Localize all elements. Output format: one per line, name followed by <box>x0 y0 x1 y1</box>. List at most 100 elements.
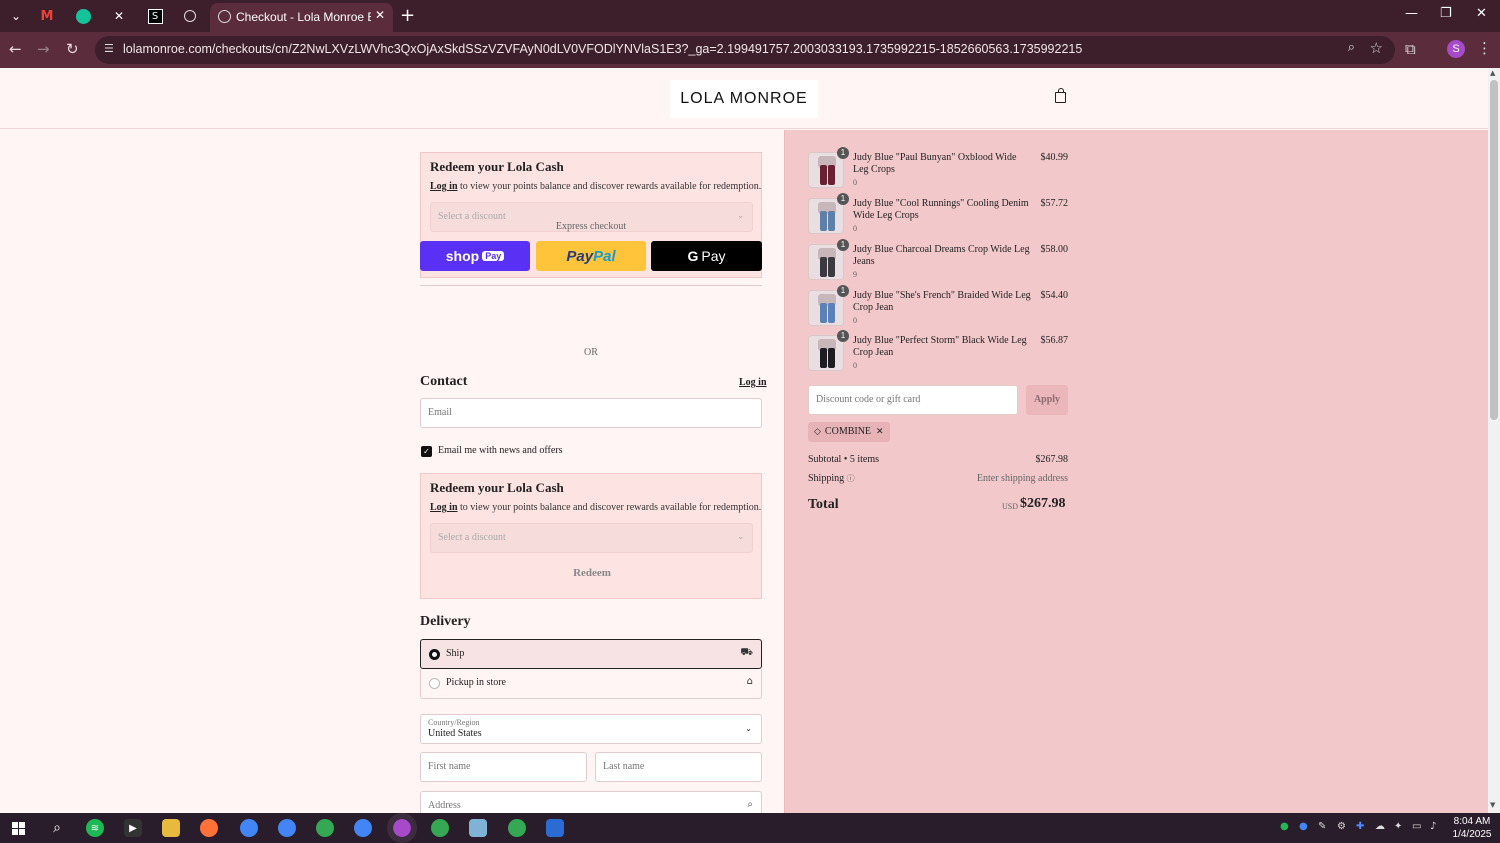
volume-tray-icon[interactable]: ♪ <box>1430 821 1436 832</box>
windows-start-icon[interactable] <box>9 819 27 837</box>
paypal-text-a: Pay <box>566 247 594 265</box>
notepad-icon[interactable] <box>469 819 487 837</box>
globe-tab-icon[interactable] <box>180 6 200 26</box>
ship-option[interactable]: Ship ⛟ <box>420 639 762 669</box>
pen-tray-icon[interactable]: ✎ <box>1318 821 1326 832</box>
thumb-leg <box>820 303 827 323</box>
bluetooth-tray-icon[interactable]: ✚ <box>1356 821 1364 832</box>
last-name-field[interactable]: Last name <box>595 752 762 782</box>
chevron-down-icon: ⌄ <box>737 211 744 220</box>
email-field[interactable]: Email <box>420 398 762 428</box>
shopping-bag-icon[interactable] <box>1055 88 1066 103</box>
last-name-placeholder: Last name <box>603 761 645 772</box>
back-icon[interactable]: ← <box>9 40 22 58</box>
close-tab-icon[interactable]: ✕ <box>375 8 385 22</box>
thumb-leg <box>828 348 835 368</box>
paypal-button[interactable]: Pay Pal <box>536 241 646 271</box>
scrollbar-thumb[interactable] <box>1490 80 1498 420</box>
close-window-icon[interactable]: ✕ <box>1476 6 1487 21</box>
pickup-radio[interactable] <box>429 678 440 689</box>
active-tab[interactable]: Checkout - Lola Monroe Boutique ✕ <box>210 3 393 32</box>
restore-icon[interactable]: ❐ <box>1440 6 1452 21</box>
discount-code-field[interactable]: Discount code or gift card <box>808 385 1018 415</box>
pickup-option[interactable]: Pickup in store ⌂ <box>420 669 762 699</box>
first-name-field[interactable]: First name <box>420 752 587 782</box>
scroll-up-icon[interactable]: ▲ <box>1490 69 1495 77</box>
chrome-icon[interactable] <box>240 819 258 837</box>
discount-select[interactable]: Select a discount ⌄ <box>430 523 753 553</box>
address-field[interactable]: Address ⌕ <box>420 791 762 813</box>
grammarly-tab-icon[interactable] <box>73 6 93 26</box>
lola-cash-description: Log in to view your points balance and d… <box>430 181 761 192</box>
extensions-icon[interactable]: ⧉ <box>1405 40 1416 58</box>
ship-radio[interactable] <box>429 649 440 660</box>
chrome-icon[interactable] <box>278 819 296 837</box>
dropbox-tray-icon[interactable]: ✦ <box>1394 821 1402 832</box>
spotify-tray-icon[interactable]: ● <box>1280 821 1289 832</box>
file-explorer-icon[interactable] <box>162 819 180 837</box>
chrome-icon[interactable] <box>354 819 372 837</box>
shop-pay-button[interactable]: shop Pay <box>420 241 530 271</box>
redeem-button[interactable]: Redeem <box>421 567 763 579</box>
order-item: 1 Judy Blue "Paul Bunyan" Oxblood Wide Le… <box>808 147 1068 192</box>
address-placeholder: Address <box>428 800 461 811</box>
chrome-tray-icon[interactable]: ● <box>1299 821 1308 832</box>
total-value: $267.98 <box>1020 496 1066 511</box>
discount-select-placeholder: Select a discount <box>438 532 506 543</box>
chrome-icon[interactable] <box>316 819 334 837</box>
newsletter-checkbox[interactable]: ✓ <box>421 446 432 457</box>
country-value: United States <box>428 728 482 739</box>
contact-login-link[interactable]: Log in <box>739 377 767 388</box>
site-info-icon[interactable]: ☰ <box>104 42 114 55</box>
item-name: Judy Blue Charcoal Dreams Crop Wide Leg … <box>853 244 1030 267</box>
quantity-badge: 1 <box>837 330 849 342</box>
minimize-icon[interactable]: — <box>1405 6 1418 21</box>
bookmark-star-icon[interactable]: ☆ <box>1370 39 1383 57</box>
country-select[interactable]: Country/Region United States ⌄ <box>420 714 762 744</box>
zoom-icon[interactable]: ⌕ <box>1348 40 1355 55</box>
tab-list-chevron-icon[interactable]: ⌄ <box>6 6 26 26</box>
address-bar[interactable]: ☰ lolamonroe.com/checkouts/cn/Z2NwLXVzLW… <box>95 36 1395 64</box>
cloud-tray-icon[interactable]: ☁ <box>1375 821 1385 832</box>
taskbar-clock[interactable]: 8:04 AM 1/4/2025 <box>1450 815 1494 841</box>
remove-discount-icon[interactable]: ✕ <box>876 427 884 437</box>
lola-cash-login-link[interactable]: Log in <box>430 502 458 513</box>
page-scrollbar[interactable]: ▲ ▼ <box>1488 68 1500 813</box>
express-checkout-label: Express checkout <box>555 221 627 232</box>
chrome-icon[interactable] <box>508 819 526 837</box>
paypal-text-b: Pal <box>593 247 616 265</box>
apply-button[interactable]: Apply <box>1026 385 1068 415</box>
subtotal-row: Subtotal • 5 items $267.98 <box>808 454 1068 465</box>
settings-tray-icon[interactable]: ⚙ <box>1337 821 1346 832</box>
spotify-icon[interactable]: ≋ <box>86 819 104 837</box>
chrome-active-icon[interactable] <box>387 813 417 843</box>
firefox-icon[interactable] <box>200 819 218 837</box>
chrome-icon[interactable] <box>431 819 449 837</box>
item-price: $57.72 <box>1040 198 1069 209</box>
s-tab-icon[interactable]: S <box>145 6 165 26</box>
browser-menu-icon[interactable]: ⋮ <box>1477 39 1492 57</box>
network-tray-icon[interactable]: ▭ <box>1412 821 1421 832</box>
x-tab-icon[interactable]: ✕ <box>109 6 129 26</box>
lola-cash-login-link[interactable]: Log in <box>430 181 458 192</box>
info-icon[interactable]: ⓘ <box>847 474 855 483</box>
subtotal-value: $267.98 <box>1035 454 1069 465</box>
logo-container[interactable]: LOLA MONROE <box>670 80 818 118</box>
reload-icon[interactable]: ↻ <box>66 40 79 58</box>
profile-avatar[interactable]: S <box>1447 40 1465 58</box>
url-text[interactable]: lolamonroe.com/checkouts/cn/Z2NwLXVzLWVh… <box>123 42 1082 56</box>
app-icon[interactable] <box>546 819 564 837</box>
media-player-icon[interactable]: ▶ <box>124 819 142 837</box>
chevron-down-icon: ⌄ <box>745 724 752 733</box>
ship-label: Ship <box>446 648 465 659</box>
lola-cash-desc-text: to view your points balance and discover… <box>460 181 762 192</box>
lola-cash-title: Redeem your Lola Cash <box>430 480 564 495</box>
thumb-leg <box>820 257 827 277</box>
google-pay-button[interactable]: G Pay <box>651 241 762 271</box>
search-icon[interactable]: ⌕ <box>48 819 66 837</box>
forward-icon[interactable]: → <box>37 40 50 58</box>
new-tab-button[interactable]: + <box>400 5 415 26</box>
scroll-down-icon[interactable]: ▼ <box>1490 801 1495 809</box>
gmail-tab-icon[interactable]: M <box>37 6 57 26</box>
windows-taskbar: ⌕ ≋ ▶ ● ● ✎ ⚙ ✚ ☁ ✦ ▭ ♪ 8:04 AM 1/4/2025 <box>0 813 1500 843</box>
